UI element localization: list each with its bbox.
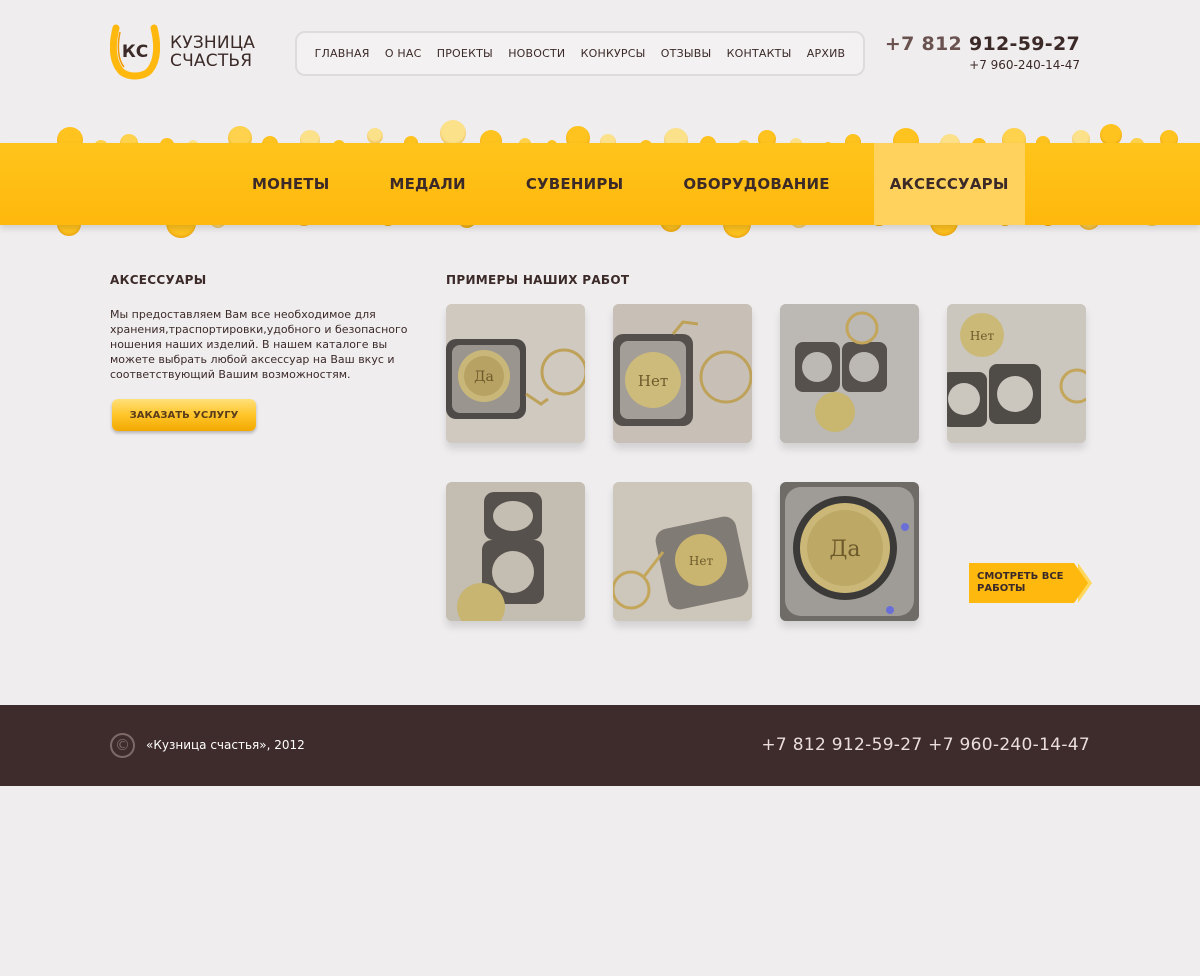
- keychain-photo-2: Нет: [613, 304, 752, 443]
- category-banner: МОНЕТЫ МЕДАЛИ СУВЕНИРЫ ОБОРУДОВАНИЕ АКСЕ…: [0, 100, 1200, 250]
- svg-text:КС: КС: [122, 42, 148, 62]
- logo-line-2: СЧАСТЬЯ: [170, 51, 253, 71]
- topnav-home[interactable]: ГЛАВНАЯ: [315, 47, 370, 60]
- phone-main[interactable]: +7 812 912-59-27: [885, 33, 1080, 55]
- svg-text:Нет: Нет: [638, 372, 668, 390]
- copyright-icon: ©: [110, 733, 135, 758]
- phone-alt[interactable]: +7 960-240-14-47: [885, 58, 1080, 72]
- site-logo[interactable]: КС КУЗНИЦА СЧАСТЬЯ: [109, 24, 260, 80]
- keychain-photo-5: [446, 482, 585, 621]
- work-thumbnail-2[interactable]: Нет: [613, 304, 752, 443]
- category-medals[interactable]: МЕДАЛИ: [359, 143, 495, 225]
- works-title: ПРИМЕРЫ НАШИХ РАБОТ: [446, 273, 630, 287]
- category-equipment[interactable]: ОБОРУДОВАНИЕ: [653, 143, 859, 225]
- keychain-photo-7: Да: [780, 482, 919, 621]
- phone-code: +7 812: [884, 33, 963, 55]
- category-coins[interactable]: МОНЕТЫ: [222, 143, 359, 225]
- works-section: ПРИМЕРЫ НАШИХ РАБОТ Да Нет Нет Нет Да СМ…: [446, 273, 1096, 621]
- keychain-photo-4: Нет: [947, 304, 1086, 443]
- sidebar: АКСЕССУАРЫ Мы предоставляем Вам все необ…: [110, 273, 420, 431]
- sidebar-description: Мы предоставляем Вам все необходимое для…: [110, 308, 408, 381]
- header-phones: +7 812 912-59-27 +7 960-240-14-47: [885, 33, 1080, 72]
- topnav-contests[interactable]: КОНКУРСЫ: [581, 47, 646, 60]
- category-navigation: МОНЕТЫ МЕДАЛИ СУВЕНИРЫ ОБОРУДОВАНИЕ АКСЕ…: [222, 143, 1025, 225]
- arrow-right-icon-inner: [1074, 563, 1088, 603]
- category-souvenirs[interactable]: СУВЕНИРЫ: [496, 143, 654, 225]
- see-all-works-button[interactable]: СМОТРЕТЬ ВСЕ РАБОТЫ: [969, 563, 1092, 603]
- see-all-line-2: РАБОТЫ: [977, 583, 1026, 594]
- copyright-text: «Кузница счастья», 2012: [146, 738, 305, 752]
- topnav-about[interactable]: О НАС: [385, 47, 422, 60]
- svg-text:Да: Да: [829, 537, 860, 562]
- logo-text: КУЗНИЦА СЧАСТЬЯ: [170, 34, 255, 70]
- footer-phones[interactable]: +7 812 912-59-27 +7 960-240-14-47: [761, 735, 1090, 755]
- work-thumbnail-6[interactable]: Нет: [613, 482, 752, 621]
- top-navigation: ГЛАВНАЯ О НАС ПРОЕКТЫ НОВОСТИ КОНКУРСЫ О…: [295, 31, 865, 76]
- keychain-photo-3: [780, 304, 919, 443]
- work-thumbnail-7[interactable]: Да: [780, 482, 919, 621]
- work-thumbnail-5[interactable]: [446, 482, 585, 621]
- work-thumbnail-4[interactable]: Нет: [947, 304, 1086, 443]
- logo-line-1: КУЗНИЦА: [170, 33, 256, 53]
- keychain-photo-6: Нет: [613, 482, 752, 621]
- work-thumbnail-1[interactable]: Да: [446, 304, 585, 443]
- phone-number: 912-59-27: [968, 33, 1080, 55]
- topnav-reviews[interactable]: ОТЗЫВЫ: [661, 47, 712, 60]
- work-thumbnail-3[interactable]: [780, 304, 919, 443]
- decorative-bubble: [367, 128, 383, 144]
- svg-text:Да: Да: [474, 369, 494, 385]
- topnav-news[interactable]: НОВОСТИ: [508, 47, 565, 60]
- category-accessories[interactable]: АКСЕССУАРЫ: [873, 143, 1025, 225]
- topnav-archive[interactable]: АРХИВ: [807, 47, 845, 60]
- keychain-photo-1: Да: [446, 304, 585, 443]
- horseshoe-logo-icon: КС: [109, 24, 161, 80]
- order-service-button[interactable]: ЗАКАЗАТЬ УСЛУГУ: [112, 399, 256, 431]
- svg-text:Нет: Нет: [689, 554, 714, 568]
- header: КС КУЗНИЦА СЧАСТЬЯ ГЛАВНАЯ О НАС ПРОЕКТЫ…: [0, 0, 1200, 100]
- topnav-contacts[interactable]: КОНТАКТЫ: [727, 47, 792, 60]
- see-all-line-1: СМОТРЕТЬ ВСЕ: [977, 571, 1064, 582]
- footer: © «Кузница счастья», 2012 +7 812 912-59-…: [0, 705, 1200, 786]
- sidebar-title: АКСЕССУАРЫ: [110, 273, 207, 287]
- svg-text:Нет: Нет: [970, 329, 995, 343]
- topnav-projects[interactable]: ПРОЕКТЫ: [437, 47, 493, 60]
